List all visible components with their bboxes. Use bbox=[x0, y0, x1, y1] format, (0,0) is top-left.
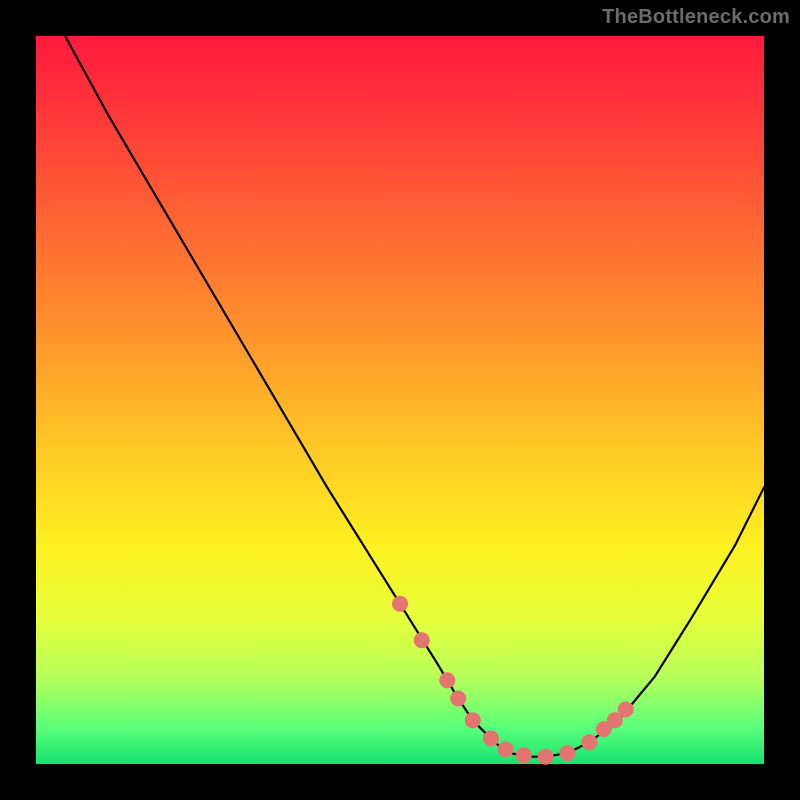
curve-marker bbox=[498, 741, 514, 757]
curve-marker bbox=[483, 731, 499, 747]
curve-marker bbox=[538, 749, 554, 765]
plot-area bbox=[36, 36, 764, 764]
curve-marker bbox=[581, 734, 597, 750]
curve-marker bbox=[450, 691, 466, 707]
curve-marker bbox=[392, 596, 408, 612]
chart-frame: TheBottleneck.com bbox=[0, 0, 800, 800]
marker-group bbox=[392, 596, 634, 765]
curve-marker bbox=[439, 672, 455, 688]
chart-svg bbox=[36, 36, 764, 764]
curve-marker bbox=[414, 632, 430, 648]
bottleneck-curve bbox=[65, 36, 764, 757]
curve-marker bbox=[559, 745, 575, 761]
curve-marker bbox=[516, 747, 532, 763]
attribution-text: TheBottleneck.com bbox=[602, 6, 790, 29]
curve-marker bbox=[618, 701, 634, 717]
curve-marker bbox=[465, 712, 481, 728]
